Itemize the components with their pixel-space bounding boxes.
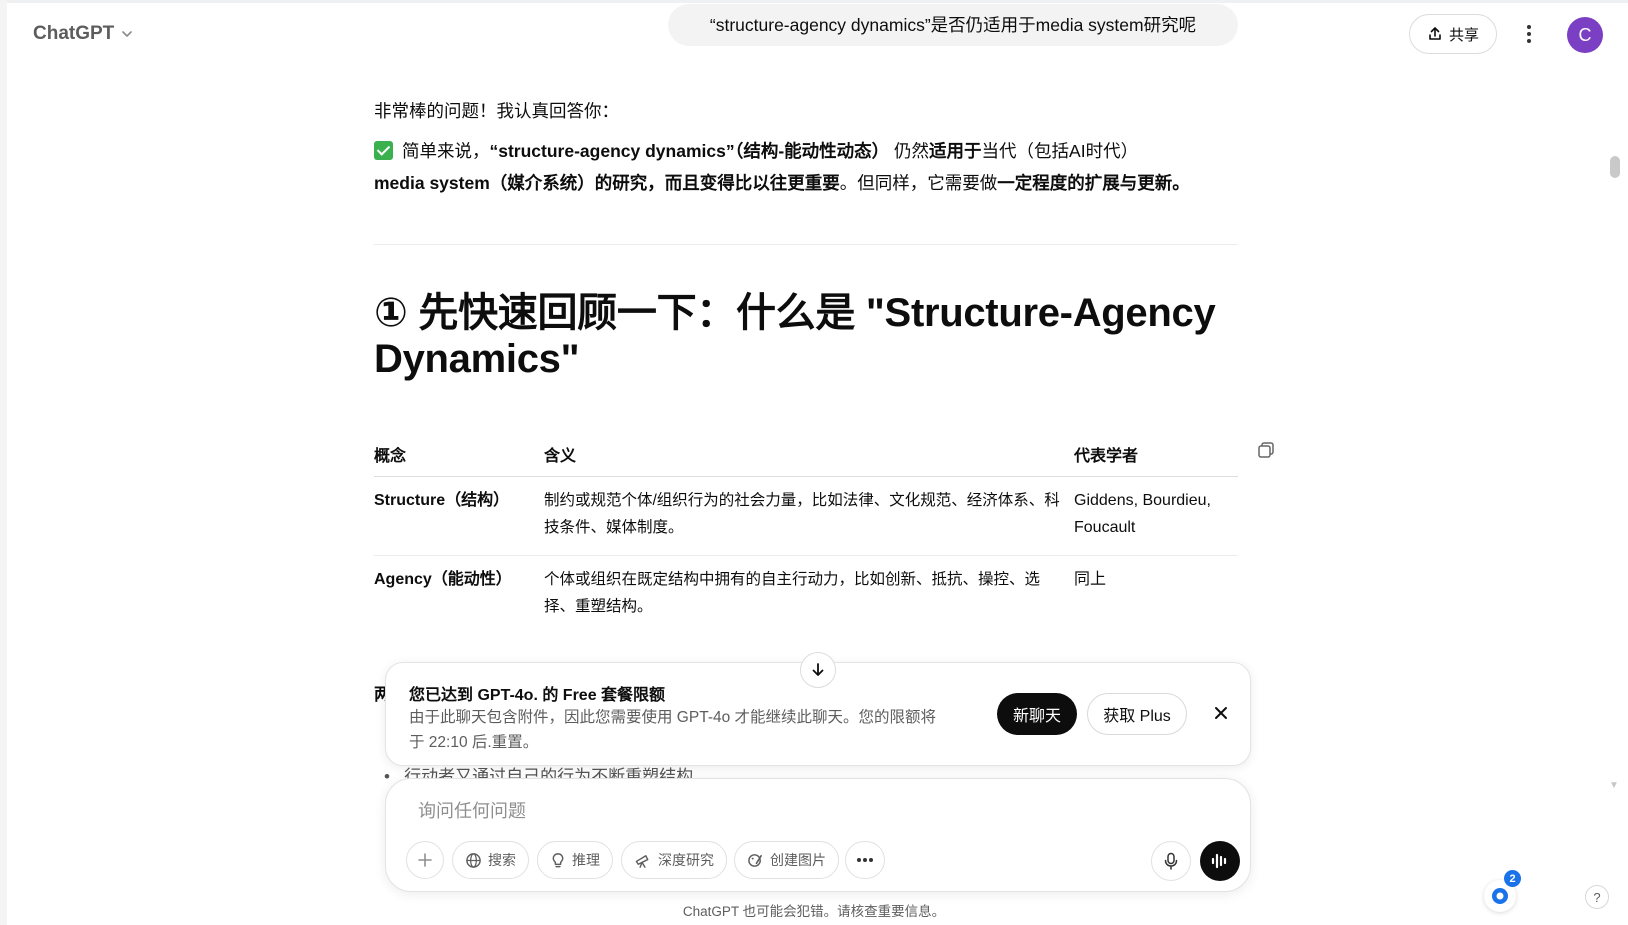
close-icon (1215, 707, 1227, 719)
user-message-bubble: “structure-agency dynamics”是否仍适用于media s… (668, 4, 1238, 46)
arrow-down-icon (812, 663, 824, 676)
composer: 搜索 推理 深度研究 创建图片 (385, 778, 1251, 892)
window-top-edge (7, 0, 1628, 3)
reason-label: 推理 (572, 852, 600, 868)
more-tools-button[interactable] (845, 841, 885, 879)
avatar[interactable]: C (1567, 17, 1603, 53)
new-chat-button[interactable]: 新聊天 (997, 693, 1077, 735)
summary-paragraph: 简单来说，“structure-agency dynamics”（结构-能动性动… (374, 135, 1254, 199)
summary-bold: 适用于 (929, 141, 982, 161)
create-image-label: 创建图片 (770, 852, 826, 868)
checkbox-icon (374, 141, 393, 160)
summary-text: 当代（包括AI时代） (981, 141, 1139, 161)
disclaimer: ChatGPT 也可能会犯错。请核查重要信息。 (682, 904, 946, 919)
table-header: 代表学者 (1074, 436, 1238, 477)
table-row: Structure（结构） 制约或规范个体/组织行为的社会力量，比如法律、文化规… (374, 476, 1238, 556)
window-left-edge (0, 0, 7, 925)
image-edit-icon (748, 853, 762, 867)
search-button[interactable]: 搜索 (452, 841, 529, 879)
get-plus-button[interactable]: 获取 Plus (1087, 693, 1187, 735)
deep-research-label: 深度研究 (658, 852, 714, 868)
more-options-button[interactable] (1515, 20, 1543, 48)
globe-icon (466, 852, 481, 868)
summary-text: 仍然 (889, 141, 930, 161)
summary-text: 简单来说， (402, 141, 490, 161)
table-cell: Agency（能动性） (374, 571, 512, 588)
deep-research-button[interactable]: 深度研究 (621, 841, 727, 879)
scroll-to-bottom-button[interactable] (800, 652, 836, 688)
share-button[interactable]: 共享 (1409, 14, 1497, 54)
share-icon (1429, 27, 1441, 40)
table-row: Agency（能动性） 个体或组织在既定结构中拥有的自主行动力，比如创新、抵抗、… (374, 556, 1238, 635)
voice-icon (1211, 853, 1227, 869)
prompt-input[interactable] (416, 797, 1200, 825)
model-selector[interactable]: ChatGPT (33, 20, 134, 48)
table-header: 含义 (544, 436, 1074, 477)
copy-table-button[interactable] (1256, 440, 1276, 460)
dictate-button[interactable] (1151, 841, 1191, 881)
table-cell: Structure（结构） (374, 476, 544, 556)
search-label: 搜索 (488, 852, 516, 868)
create-image-button[interactable]: 创建图片 (734, 841, 839, 879)
section-heading: ① 先快速回顾一下：什么是 "Structure-Agency Dynamics… (374, 291, 1216, 381)
banner-close-button[interactable] (1209, 701, 1233, 725)
divider (374, 244, 1238, 245)
add-attachment-button[interactable] (406, 841, 444, 879)
table-cell: 个体或组织在既定结构中拥有的自主行动力，比如创新、抵抗、操控、选择、重塑结构。 (544, 571, 1041, 615)
copy-icon (1258, 442, 1274, 458)
voice-mode-button[interactable] (1200, 841, 1240, 881)
chevron-down-icon (122, 31, 133, 37)
more-horizontal-icon (857, 858, 873, 862)
more-vertical-icon (1527, 25, 1531, 43)
summary-bold: media system（媒介系统）的研究，而且变得比以往更重要 (374, 173, 840, 193)
table-header: 概念 (374, 436, 544, 477)
help-button[interactable]: ? (1585, 885, 1609, 909)
table-cell: 制约或规范个体/组织行为的社会力量，比如法律、文化规范、经济体系、科技条件、媒体… (544, 476, 1074, 556)
summary-bold-term: “structure-agency dynamics”（结构-能动性动态） (489, 141, 890, 161)
banner-title: 您已达到 GPT-4o. 的 Free 套餐限额 (409, 687, 666, 704)
plus-icon (418, 853, 432, 867)
table-cell: Giddens, Bourdieu, Foucault (1074, 476, 1238, 556)
scroll-down-arrow-icon[interactable]: ▼ (1609, 780, 1619, 791)
mic-icon (1164, 852, 1178, 870)
summary-bold: 一定程度的扩展与更新。 (997, 173, 1190, 193)
chat-bubble-icon (1492, 888, 1508, 904)
lightbulb-icon (552, 852, 564, 867)
table-header-row: 概念 含义 代表学者 (374, 436, 1238, 477)
banner-body: 由于此聊天包含附件，因此您需要使用 GPT-4o 才能继续此聊天。您的限额将于 … (409, 709, 937, 751)
telescope-icon (635, 854, 649, 868)
notification-badge: 2 (1504, 870, 1521, 887)
table-cell: 同上 (1074, 571, 1107, 588)
intro-text: 非常棒的问题！我认真回答你： (374, 101, 619, 121)
concept-table: 概念 含义 代表学者 Structure（结构） 制约或规范个体/组织行为的社会… (374, 436, 1238, 634)
scrollbar-thumb[interactable] (1610, 156, 1620, 178)
summary-text: 。但同样，它需要做 (839, 173, 998, 193)
reason-button[interactable]: 推理 (537, 841, 613, 879)
share-label: 共享 (1448, 26, 1479, 44)
model-name: ChatGPT (33, 23, 115, 44)
